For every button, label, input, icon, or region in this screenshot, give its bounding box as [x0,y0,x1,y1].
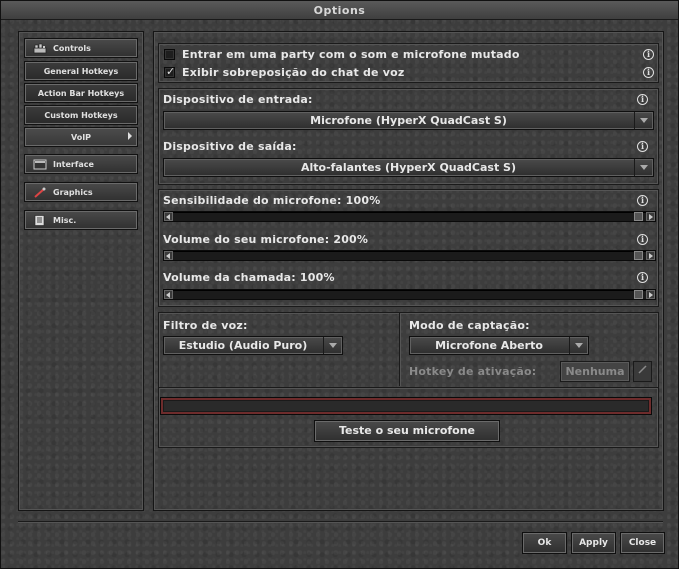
test-microphone-button[interactable]: Teste o seu microfone [314,420,500,442]
sidebar-item-label: VoIP [70,132,92,142]
close-button[interactable]: Close [620,532,665,554]
sidebar-item-custom-hotkeys[interactable]: Custom Hotkeys [24,105,138,125]
call-volume-label: Volume da chamada: 100% [163,271,335,284]
slider-thumb[interactable] [634,251,643,260]
chevron-right-icon [128,132,132,140]
voice-filter-dropdown[interactable]: Estudio (Audio Puro) [163,336,343,355]
sidebar-item-label: Action Bar Hotkeys [37,88,125,98]
sidebar-item-label: Misc. [53,215,77,225]
sidebar-item-label: Interface [53,159,94,169]
slider-thumb[interactable] [634,290,643,299]
input-device-value: Microfone (HyperX QuadCast S) [310,114,507,127]
slider-right-arrow-icon[interactable] [646,212,655,221]
activation-hotkey-field[interactable]: Nenhuma [560,361,630,382]
apply-button[interactable]: Apply [571,532,616,554]
input-device-label: Dispositivo de entrada: [163,93,313,106]
voip-settings-panel: Entrar em uma party com o som e microfon… [153,31,664,511]
capture-mode-dropdown[interactable]: Microfone Aberto [409,336,589,355]
voip-devices-group: Dispositivo de entrada: i Microfone (Hyp… [158,88,659,185]
pencil-icon[interactable] [633,361,652,382]
sidebar-item-label: General Hotkeys [43,66,119,76]
chevron-down-icon [634,112,653,129]
sidebar-item-misc[interactable]: Misc. [24,210,138,230]
slider-thumb[interactable] [634,212,643,221]
info-icon[interactable]: i [643,67,654,78]
output-device-dropdown[interactable]: Alto-falantes (HyperX QuadCast S) [163,158,654,177]
window-title: Options [1,1,678,20]
ok-button[interactable]: Ok [522,532,567,554]
mic-volume-label: Volume do seu microfone: 200% [163,233,369,246]
voice-overlay-label: Exibir sobreposição do chat de voz [182,66,405,79]
sidebar-item-voip[interactable]: VoIP [24,127,138,147]
mute-party-checkbox[interactable] [164,49,175,60]
sidebar-item-interface[interactable]: Interface [24,154,138,174]
microphone-level-meter [160,397,652,415]
chevron-down-icon [323,337,342,354]
info-icon[interactable]: i [637,272,648,283]
output-device-value: Alto-falantes (HyperX QuadCast S) [300,161,517,174]
voice-filter-value: Estudio (Audio Puro) [178,339,308,352]
slider-left-arrow-icon[interactable] [164,251,173,260]
mic-sensitivity-label: Sensibilidade do microfone: 100% [163,194,381,207]
sidebar-item-graphics[interactable]: Graphics [24,182,138,202]
info-icon[interactable]: i [637,141,648,152]
capture-mode-label: Modo de captação: [409,319,530,332]
sidebar-item-general-hotkeys[interactable]: General Hotkeys [24,61,138,81]
sidebar-item-action-bar-hotkeys[interactable]: Action Bar Hotkeys [24,83,138,103]
mic-sensitivity-slider[interactable] [163,211,656,222]
mute-party-label: Entrar em uma party com o som e microfon… [182,48,520,61]
options-sidebar: Controls General Hotkeys Action Bar Hotk… [18,31,144,511]
capture-mode-value: Microfone Aberto [435,339,543,352]
misc-icon [33,214,47,226]
voip-general-group: Entrar em uma party com o som e microfon… [158,43,659,83]
slider-right-arrow-icon[interactable] [646,290,655,299]
voip-volume-group: Sensibilidade do microfone: 100% i Volum… [158,189,659,307]
sidebar-item-label: Graphics [53,187,93,197]
controls-icon [33,43,47,54]
sidebar-item-label: Custom Hotkeys [44,110,118,120]
column-divider [399,313,400,386]
slider-right-arrow-icon[interactable] [646,251,655,260]
info-icon[interactable]: i [637,195,648,206]
info-icon[interactable]: i [637,234,648,245]
checkmark-icon: ✓ [166,65,176,78]
input-device-dropdown[interactable]: Microfone (HyperX QuadCast S) [163,111,654,130]
chevron-down-icon [569,337,588,354]
sidebar-item-controls[interactable]: Controls [24,38,138,58]
info-icon[interactable]: i [637,94,648,105]
footer-divider [18,521,663,523]
chevron-down-icon [634,159,653,176]
row-divider [159,387,658,388]
options-window: Options Controls General Hotkeys Action … [0,0,679,569]
voice-overlay-checkbox[interactable]: ✓ [164,65,176,78]
interface-icon [33,159,47,170]
mic-volume-slider[interactable] [163,250,656,261]
info-icon[interactable]: i [643,49,654,60]
output-device-label: Dispositivo de saída: [163,140,297,153]
voice-filter-label: Filtro de voz: [163,319,248,332]
slider-left-arrow-icon[interactable] [164,212,173,221]
sidebar-item-label: Controls [53,43,91,53]
slider-left-arrow-icon[interactable] [164,290,173,299]
activation-hotkey-label: Hotkey de ativação: [409,365,537,378]
graphics-icon [33,187,47,198]
call-volume-slider[interactable] [163,289,656,300]
